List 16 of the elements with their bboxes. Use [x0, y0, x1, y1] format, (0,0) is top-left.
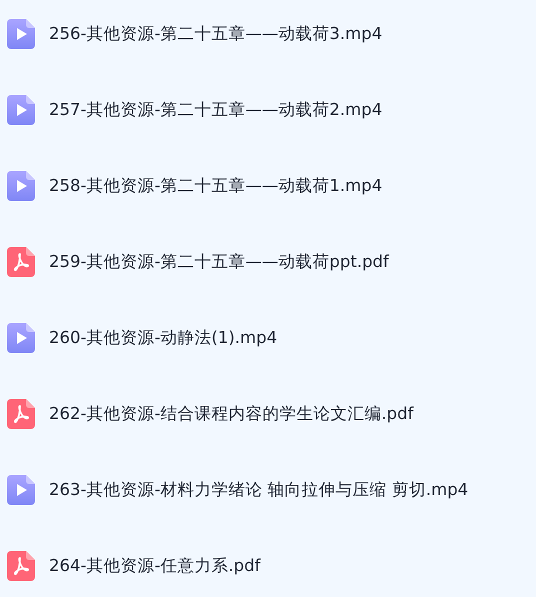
- play-file-icon: [7, 323, 35, 353]
- file-name[interactable]: 263-其他资源-材料力学绪论 轴向拉伸与压缩 剪切.mp4: [49, 479, 468, 501]
- file-name[interactable]: 264-其他资源-任意力系.pdf: [49, 555, 260, 577]
- play-file-icon: [7, 475, 35, 505]
- file-name[interactable]: 260-其他资源-动静法(1).mp4: [49, 327, 278, 349]
- file-name[interactable]: 258-其他资源-第二十五章——动载荷1.mp4: [49, 175, 382, 197]
- file-name[interactable]: 256-其他资源-第二十五章——动载荷3.mp4: [49, 23, 382, 45]
- file-name[interactable]: 257-其他资源-第二十五章——动载荷2.mp4: [49, 99, 382, 121]
- pdf-file-icon: [7, 551, 35, 581]
- play-file-icon: [7, 95, 35, 125]
- play-file-icon: [7, 19, 35, 49]
- file-name[interactable]: 262-其他资源-结合课程内容的学生论文汇编.pdf: [49, 403, 414, 425]
- pdf-file-icon: [7, 399, 35, 429]
- play-file-icon: [7, 171, 35, 201]
- pdf-file-icon: [7, 247, 35, 277]
- file-name[interactable]: 259-其他资源-第二十五章——动载荷ppt.pdf: [49, 251, 389, 273]
